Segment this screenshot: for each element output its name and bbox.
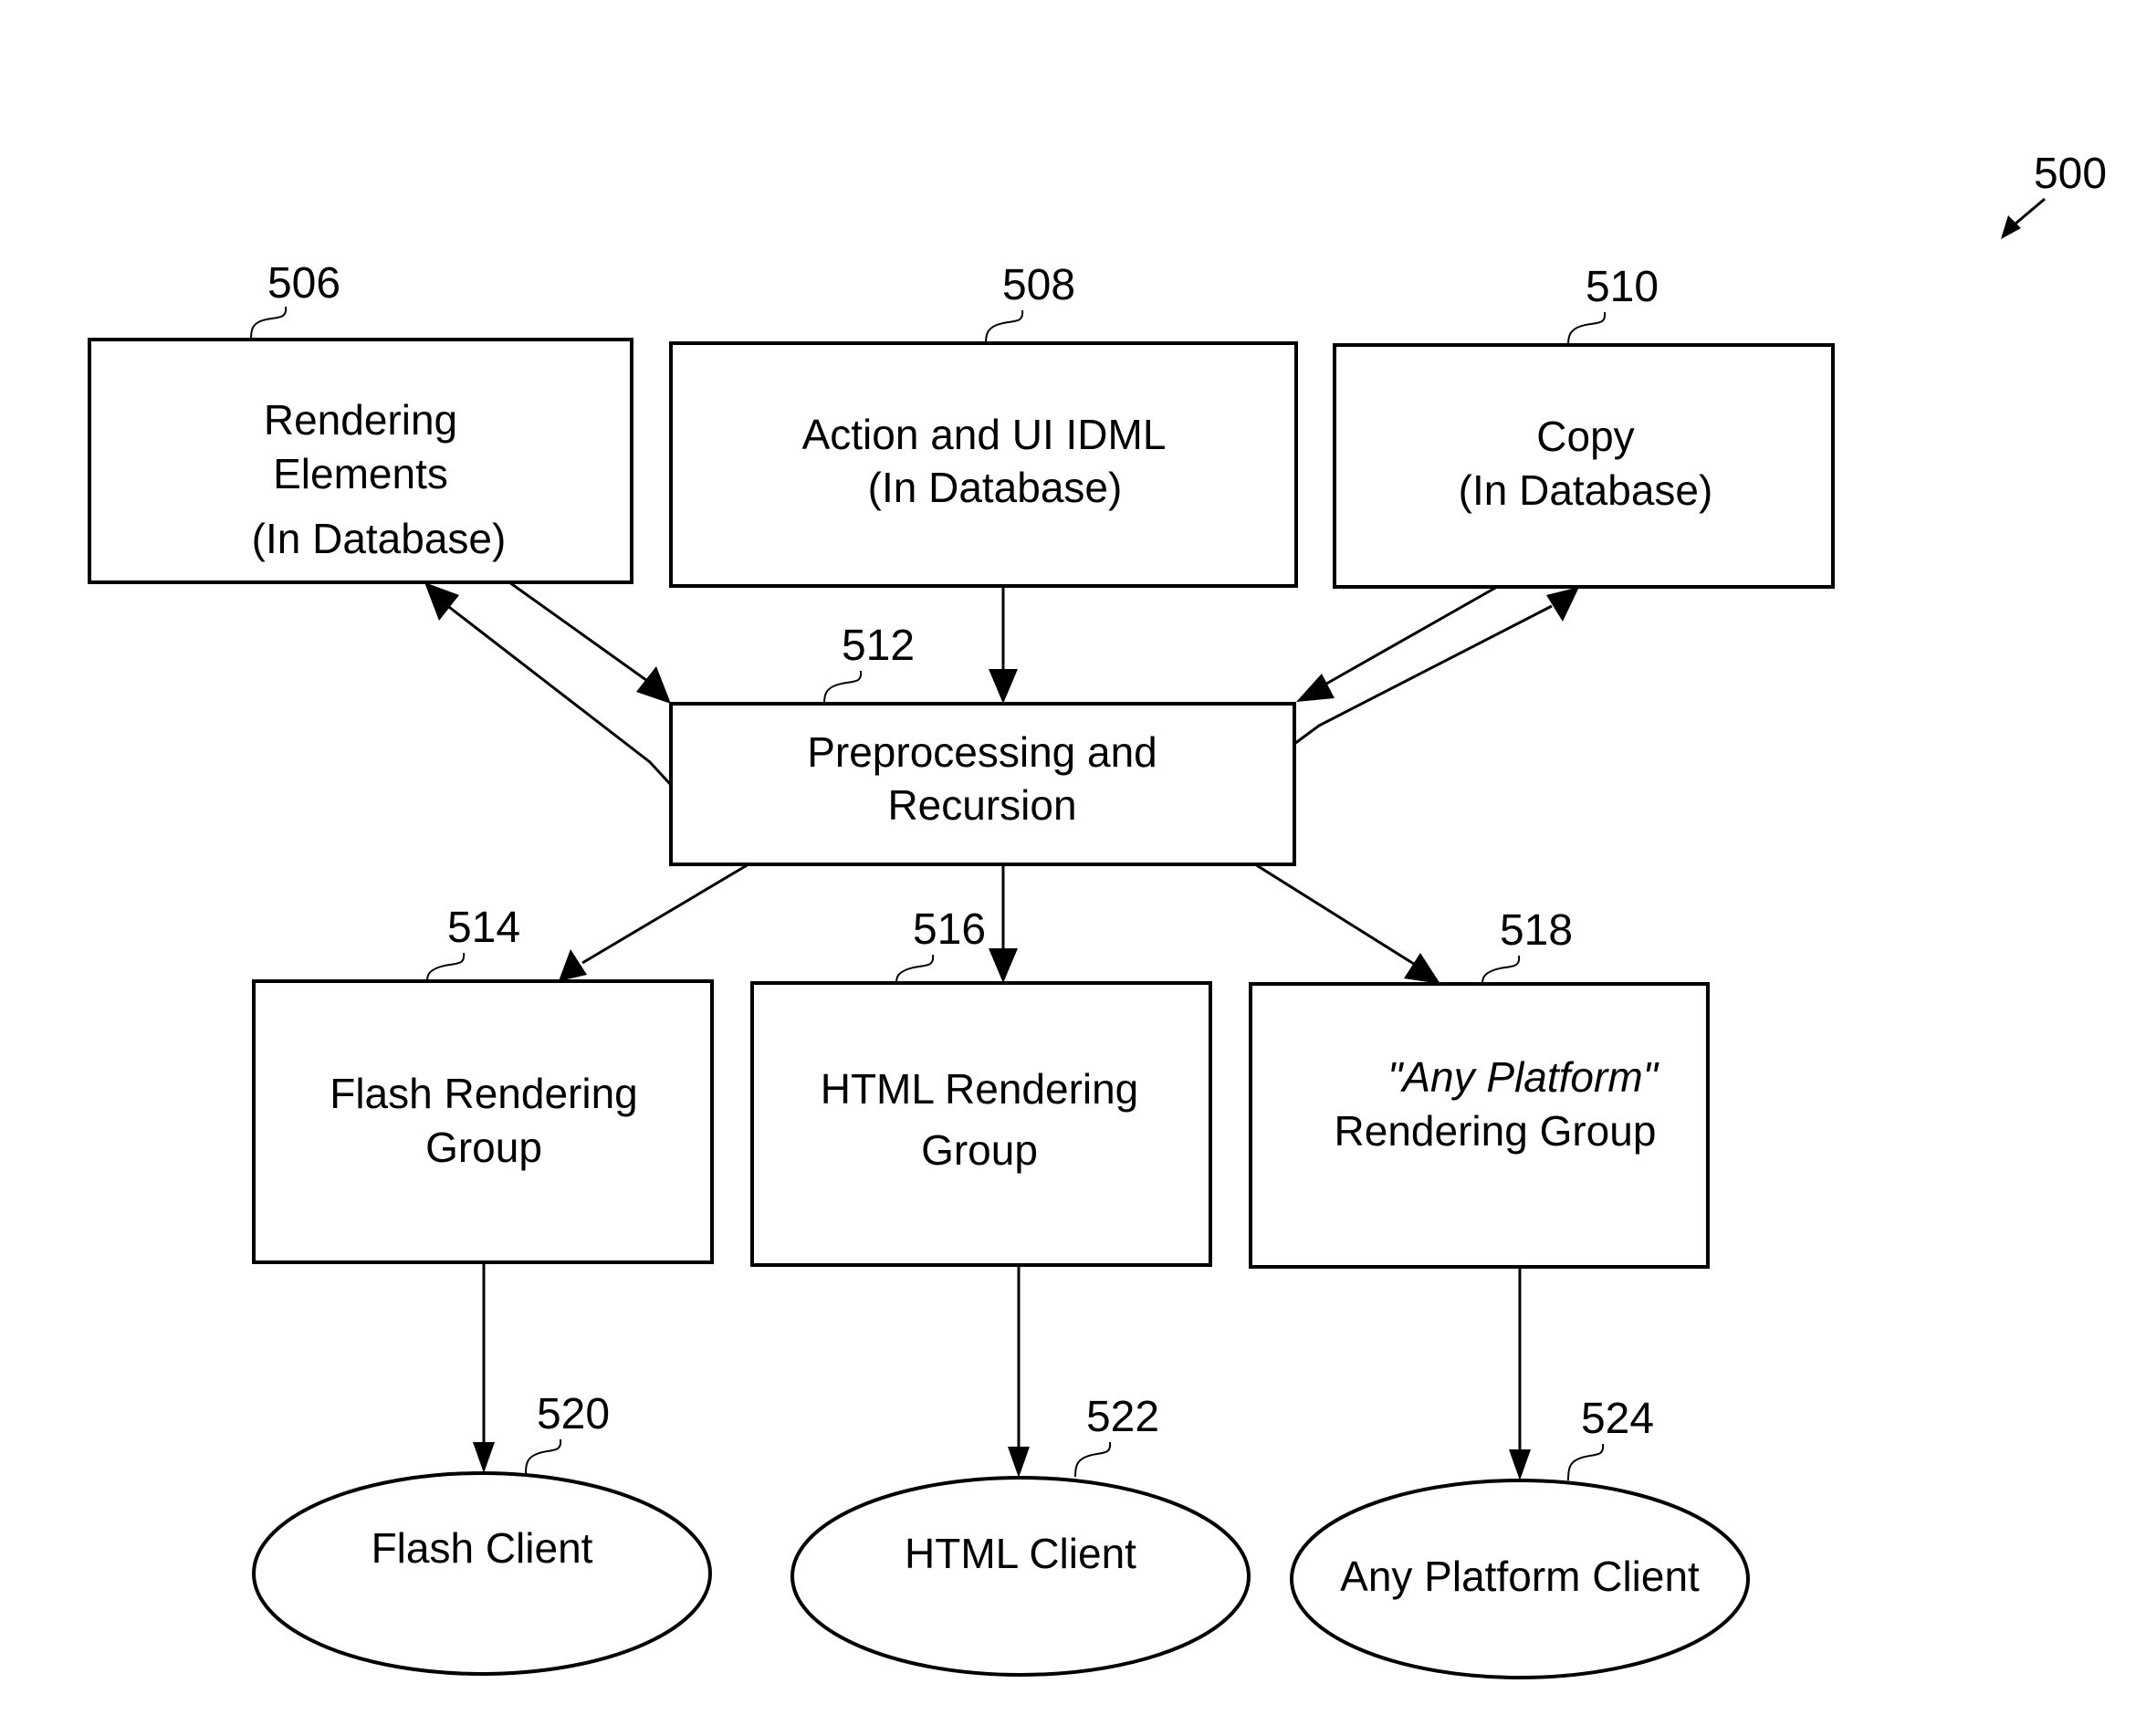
node-text-line: (In Database) xyxy=(252,515,507,562)
node-text-line: Rendering xyxy=(264,396,457,444)
node-any-platform-group: "Any Platform" Rendering Group xyxy=(1249,982,1710,1269)
figure-ref-label: 500 xyxy=(2034,150,2107,198)
node-text-line: HTML Rendering xyxy=(821,1065,1139,1113)
ref-label-510: 510 xyxy=(1586,263,1659,311)
ref-label-520: 520 xyxy=(537,1390,610,1438)
ref-label-506: 506 xyxy=(267,259,340,308)
node-any-platform-client: Any Platform Client xyxy=(1290,1479,1750,1679)
ref-label-518: 518 xyxy=(1500,906,1573,955)
node-text-line: Group xyxy=(921,1126,1038,1174)
leader-516 xyxy=(895,954,935,984)
edge-512-to-510 xyxy=(1293,587,1579,746)
node-text-line: Group xyxy=(425,1124,542,1171)
node-text-line: Any Platform Client xyxy=(1340,1553,1700,1600)
node-text-line: Flash Rendering xyxy=(330,1070,638,1117)
node-html-client: HTML Client xyxy=(790,1476,1251,1677)
leader-518 xyxy=(1481,955,1521,985)
leader-522 xyxy=(1074,1441,1112,1478)
node-copy: Copy (In Database) xyxy=(1333,343,1835,589)
leader-520 xyxy=(525,1438,562,1474)
flow-diagram: 500 Rendering Elements (In Database) 506… xyxy=(88,150,2107,1679)
edge-512-to-506 xyxy=(424,582,673,787)
figure-ref-arrow xyxy=(2001,197,2046,239)
edge-512-to-514 xyxy=(559,863,749,981)
node-text-line: "Any Platform" xyxy=(1387,1053,1660,1101)
edge-512-to-516 xyxy=(989,864,1018,983)
node-action-ui-idml: Action and UI IDML (In Database) xyxy=(669,341,1298,588)
node-text-line: Preprocessing and xyxy=(807,728,1157,776)
leader-514 xyxy=(426,952,466,982)
ref-label-508: 508 xyxy=(1002,261,1075,309)
leader-512 xyxy=(823,670,863,705)
leader-524 xyxy=(1567,1443,1605,1481)
node-text-line: Recursion xyxy=(887,781,1076,829)
node-text-line: Rendering Group xyxy=(1335,1107,1657,1155)
leader-508 xyxy=(985,309,1024,344)
node-flash-group: Flash Rendering Group xyxy=(252,979,714,1264)
ref-label-516: 516 xyxy=(913,905,986,954)
node-text-line: HTML Client xyxy=(905,1530,1136,1577)
ref-label-524: 524 xyxy=(1581,1395,1654,1443)
edge-516-to-522 xyxy=(1008,1265,1030,1478)
node-html-group: HTML Rendering Group xyxy=(750,981,1212,1267)
node-preprocessing: Preprocessing and Recursion xyxy=(669,702,1296,866)
node-text-line: (In Database) xyxy=(1459,466,1713,514)
edge-508-to-512 xyxy=(989,586,1018,704)
node-text-line: Flash Client xyxy=(372,1524,593,1572)
node-text-line: Copy xyxy=(1536,413,1634,460)
edge-518-to-524 xyxy=(1509,1267,1531,1480)
leader-510 xyxy=(1567,311,1607,346)
edge-512-to-518 xyxy=(1254,863,1440,984)
node-rendering-elements: Rendering Elements (In Database) xyxy=(88,338,633,584)
ref-label-522: 522 xyxy=(1086,1393,1159,1441)
leader-506 xyxy=(250,306,288,340)
node-flash-client: Flash Client xyxy=(252,1471,712,1676)
edge-506-to-512 xyxy=(508,580,671,704)
ref-label-512: 512 xyxy=(842,622,915,670)
edge-514-to-520 xyxy=(473,1262,495,1473)
node-text-line: Action and UI IDML xyxy=(802,411,1167,458)
node-text-line: (In Database) xyxy=(868,464,1123,511)
ref-label-514: 514 xyxy=(447,904,520,952)
node-text-line: Elements xyxy=(273,450,448,497)
